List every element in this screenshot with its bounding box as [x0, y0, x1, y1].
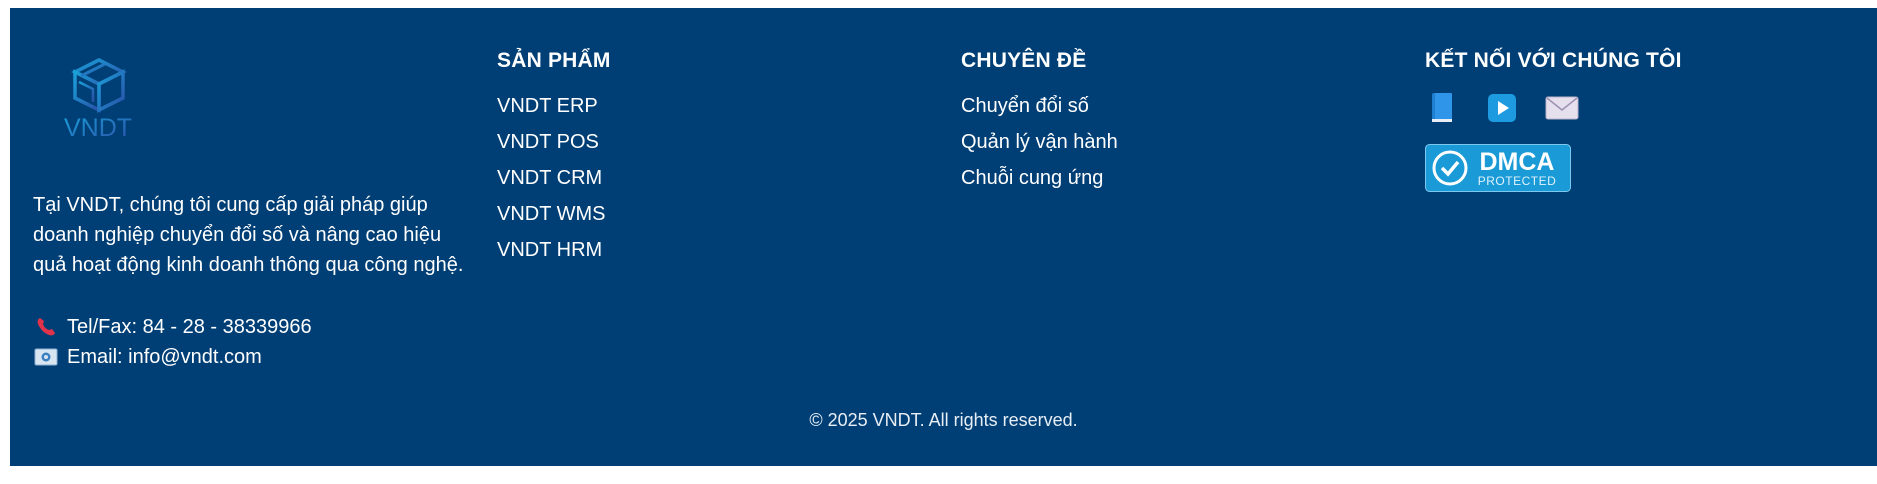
logo-text: VNDT — [64, 114, 132, 142]
product-link-hrm[interactable]: VNDT HRM — [497, 232, 611, 268]
copyright-text: © 2025 VNDT. All rights reserved. — [809, 410, 1078, 430]
facebook-book-icon[interactable] — [1425, 91, 1459, 125]
about-text: Tại VNDT, chúng tôi cung cấp giải pháp g… — [33, 194, 464, 276]
email-text[interactable]: Email: info@vndt.com — [67, 342, 262, 372]
products-heading: SẢN PHẨM — [497, 49, 611, 72]
product-link-pos[interactable]: VNDT POS — [497, 124, 611, 160]
products-list: VNDT ERP VNDT POS VNDT CRM VNDT WMS VNDT… — [497, 88, 611, 268]
product-link-erp[interactable]: VNDT ERP — [497, 88, 611, 124]
topic-link-supply-chain[interactable]: Chuỗi cung ứng — [961, 160, 1118, 196]
site-footer: VNDT Tại VNDT, chúng tôi cung cấp giải p… — [10, 8, 1877, 466]
contact-phone: Tel/Fax: 84 - 28 - 38339966 — [33, 312, 473, 342]
logo-box-icon: VNDT — [64, 58, 132, 142]
topics-column: CHUYÊN ĐỀ Chuyển đổi số Quản lý vận hành… — [961, 46, 1118, 196]
contact-email: Email: info@vndt.com — [33, 342, 473, 372]
youtube-play-icon[interactable] — [1485, 91, 1519, 125]
topic-link-operations-management[interactable]: Quản lý vận hành — [961, 124, 1118, 160]
email-envelope-icon — [33, 346, 59, 368]
mail-envelope-icon[interactable] — [1545, 91, 1579, 125]
product-link-crm[interactable]: VNDT CRM — [497, 160, 611, 196]
dmca-protected-badge[interactable]: DMCA PROTECTED — [1425, 144, 1571, 192]
vndt-logo[interactable]: VNDT — [53, 56, 143, 146]
topics-list: Chuyển đổi số Quản lý vận hành Chuỗi cun… — [961, 88, 1118, 196]
telephone-receiver-icon — [33, 316, 59, 338]
dmca-subtitle: PROTECTED — [1478, 174, 1557, 188]
social-links — [1425, 90, 1682, 126]
connect-column: KẾT NỐI VỚI CHÚNG TÔI DMCA PROTECTED — [1425, 46, 1682, 192]
topics-heading: CHUYÊN ĐỀ — [961, 49, 1087, 72]
product-link-wms[interactable]: VNDT WMS — [497, 196, 611, 232]
topic-link-digital-transformation[interactable]: Chuyển đổi số — [961, 88, 1118, 124]
products-column: SẢN PHẨM VNDT ERP VNDT POS VNDT CRM VNDT… — [497, 46, 611, 268]
phone-text[interactable]: Tel/Fax: 84 - 28 - 38339966 — [67, 312, 312, 342]
connect-heading: KẾT NỐI VỚI CHÚNG TÔI — [1425, 49, 1682, 72]
dmca-title: DMCA — [1480, 148, 1555, 176]
